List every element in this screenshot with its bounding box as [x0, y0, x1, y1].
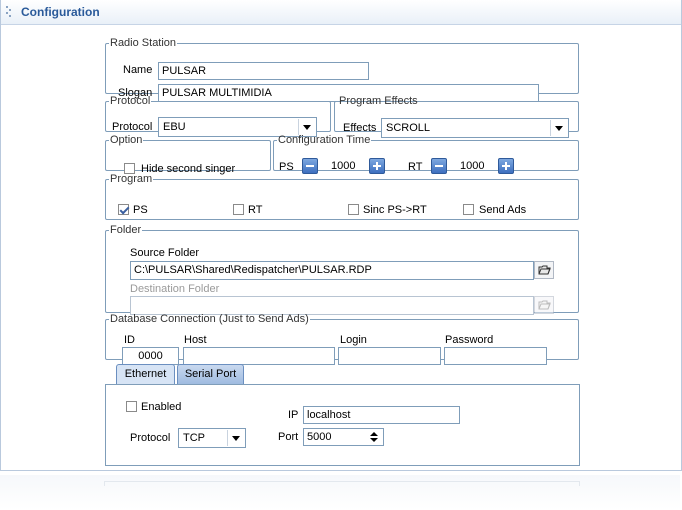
rt-time-label: RT [408, 161, 423, 173]
ps-time-value[interactable]: 1000 [331, 160, 355, 172]
db-login-input[interactable] [338, 347, 441, 365]
rt-plus-button[interactable] [498, 158, 514, 174]
reflection-ghost-frame [104, 481, 580, 486]
db-id-label: ID [124, 334, 135, 346]
ethernet-protocol-label: Protocol [130, 432, 171, 444]
minus-icon [306, 165, 314, 167]
ethernet-protocol-select[interactable]: TCP [178, 428, 246, 448]
ethernet-ip-label: IP [288, 409, 299, 421]
db-host-input[interactable] [183, 347, 335, 365]
source-folder-browse-button[interactable] [534, 261, 554, 279]
program-rt-checkbox[interactable] [233, 204, 244, 215]
db-host-label: Host [184, 334, 207, 346]
program-effects-legend: Program Effects [339, 95, 418, 107]
rt-time-value[interactable]: 1000 [460, 160, 484, 172]
folder-group: Folder Source Folder C:\PULSAR\Shared\Re… [105, 224, 579, 315]
spin-down-icon[interactable] [370, 438, 378, 442]
radio-station-legend: Radio Station [110, 37, 177, 49]
tab-ethernet[interactable]: Ethernet [116, 364, 175, 384]
database-connection-group: Database Connection (Just to Send Ads) I… [105, 313, 579, 365]
effects-label: Effects [343, 122, 377, 134]
program-group: Program PS RT Sinc PS->RT Send Ads [105, 174, 579, 220]
ethernet-panel: Enabled IP localhost Protocol TCP Port 5… [105, 384, 580, 466]
source-folder-label: Source Folder [130, 247, 200, 259]
db-login-label: Login [340, 334, 367, 346]
ethernet-enabled-label: Enabled [141, 401, 182, 413]
send-ads-label: Send Ads [479, 204, 527, 216]
program-ps-checkbox[interactable] [118, 204, 129, 215]
source-folder-input[interactable]: C:\PULSAR\Shared\Redispatcher\PULSAR.RDP [130, 261, 534, 280]
program-legend: Program [110, 173, 153, 185]
ps-minus-button[interactable] [302, 158, 318, 174]
minus-icon [435, 165, 443, 167]
database-connection-legend: Database Connection (Just to Send Ads) [110, 313, 309, 325]
ethernet-port-value: 5000 [307, 431, 332, 443]
folder-open-icon [538, 300, 551, 310]
folder-legend: Folder [110, 224, 142, 236]
option-group: Option Hide second singer [105, 134, 271, 175]
db-password-label: Password [445, 334, 494, 346]
configuration-time-legend: Configuration Time [278, 134, 371, 146]
chevron-down-icon[interactable] [298, 119, 315, 135]
name-input[interactable]: PULSAR [158, 62, 369, 80]
program-ps-label: PS [133, 204, 148, 216]
protocol-group: Protocol Protocol EBU [105, 95, 331, 137]
protocol-legend: Protocol [110, 95, 151, 107]
window-reflection [0, 475, 680, 510]
protocol-select-value: EBU [163, 121, 186, 133]
chevron-down-icon[interactable] [550, 120, 567, 136]
chevron-down-icon[interactable] [227, 430, 244, 446]
title-bar: Configuration [1, 0, 681, 25]
send-ads-checkbox[interactable] [463, 204, 474, 215]
ethernet-protocol-value: TCP [183, 432, 205, 444]
spin-up-icon[interactable] [370, 432, 378, 436]
ps-plus-button[interactable] [369, 158, 385, 174]
ethernet-ip-input[interactable]: localhost [303, 406, 460, 424]
ethernet-enabled-checkbox[interactable] [126, 401, 137, 412]
option-legend: Option [110, 134, 143, 146]
protocol-label: Protocol [112, 121, 153, 133]
configuration-window: Configuration Radio Station Name PULSAR … [0, 0, 682, 471]
db-password-input[interactable] [444, 347, 547, 365]
program-effects-group: Program Effects Effects SCROLL [334, 95, 579, 138]
effects-select-value: SCROLL [386, 122, 431, 134]
folder-open-icon [538, 265, 551, 275]
sinc-ps-rt-label: Sinc PS->RT [363, 204, 427, 216]
destination-folder-browse-button[interactable] [534, 296, 554, 314]
db-id-input[interactable]: 0000 [122, 347, 179, 365]
ethernet-port-label: Port [278, 431, 299, 443]
grip-icon [6, 6, 14, 18]
sinc-ps-rt-checkbox[interactable] [348, 204, 359, 215]
program-rt-label: RT [248, 204, 263, 216]
configuration-time-group: Configuration Time PS 1000 RT 1000 [273, 134, 579, 174]
name-label: Name [123, 64, 153, 76]
ps-time-label: PS [279, 161, 294, 173]
ethernet-port-spinner[interactable]: 5000 [303, 428, 384, 446]
destination-folder-label: Destination Folder [130, 283, 220, 295]
rt-minus-button[interactable] [431, 158, 447, 174]
window-title: Configuration [21, 5, 100, 19]
tab-serial-port[interactable]: Serial Port [177, 364, 244, 384]
radio-station-group: Radio Station Name PULSAR Slogan PULSAR … [105, 37, 579, 102]
